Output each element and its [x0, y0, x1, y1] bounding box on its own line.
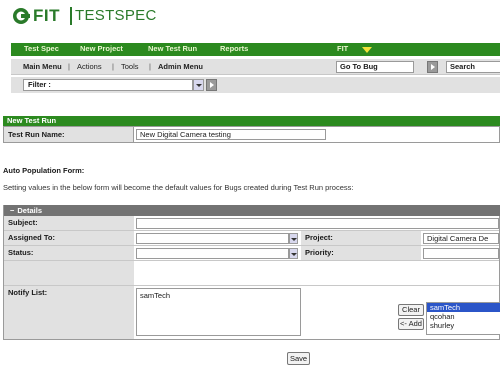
- logo-divider: [70, 7, 72, 25]
- logo: FIT TESTSPEC: [12, 5, 212, 29]
- filter-dropdown-icon[interactable]: [193, 79, 204, 91]
- test-run-name-row: Test Run Name: New Digital Camera testin…: [3, 126, 500, 143]
- auto-population-description: Setting values in the below form will be…: [3, 183, 354, 192]
- project-label: Project:: [301, 231, 421, 245]
- subject-label: Subject:: [4, 216, 134, 230]
- add-button[interactable]: <- Add: [398, 318, 424, 330]
- filter-select[interactable]: Filter :: [23, 79, 193, 91]
- nav-fit[interactable]: FIT: [337, 44, 348, 53]
- assigned-label: Assigned To:: [4, 231, 134, 245]
- subject-row: Subject:: [4, 216, 499, 231]
- menu-admin[interactable]: Admin Menu: [158, 62, 203, 71]
- go-to-bug-input[interactable]: Go To Bug: [336, 61, 414, 73]
- notify-row: Notify List: samTech Clear <- Add samTec…: [4, 286, 500, 339]
- user-option[interactable]: qcohan: [427, 312, 500, 321]
- spacer-label: [4, 261, 134, 285]
- status-label: Status:: [4, 246, 134, 260]
- clear-button[interactable]: Clear: [398, 304, 424, 316]
- notify-list-textarea[interactable]: samTech: [136, 288, 301, 336]
- menu-tools[interactable]: Tools: [121, 62, 139, 71]
- priority-input[interactable]: [423, 248, 499, 259]
- status-row: Status: Priority:: [4, 246, 499, 261]
- go-to-bug-button[interactable]: [427, 61, 438, 73]
- menu-separator: |: [149, 62, 151, 71]
- filter-bar: Filter :: [11, 77, 500, 93]
- collapse-icon[interactable]: −: [10, 206, 14, 215]
- user-list[interactable]: samTech qcohan shurley: [426, 302, 500, 335]
- menu-separator: |: [68, 62, 70, 71]
- test-run-name-input[interactable]: New Digital Camera testing: [136, 129, 326, 140]
- fit-dropdown-icon[interactable]: [362, 47, 372, 53]
- new-test-run-header: New Test Run: [3, 116, 500, 126]
- nav-new-test-run[interactable]: New Test Run: [148, 44, 197, 53]
- user-option[interactable]: samTech: [427, 303, 500, 312]
- status-select[interactable]: [136, 248, 289, 259]
- spacer-row: [4, 261, 499, 286]
- sub-nav: Main Menu | Actions | Tools | Admin Menu…: [11, 59, 500, 75]
- logo-testspec: TESTSPEC: [75, 7, 157, 24]
- notify-label: Notify List:: [4, 286, 134, 339]
- project-input[interactable]: Digital Camera De: [423, 233, 499, 244]
- save-button[interactable]: Save: [287, 352, 310, 365]
- menu-separator: |: [112, 62, 114, 71]
- auto-population-title: Auto Population Form:: [3, 166, 85, 175]
- user-option[interactable]: shurley: [427, 321, 500, 330]
- test-run-name-label: Test Run Name:: [4, 127, 134, 142]
- details-title: Details: [17, 206, 42, 215]
- assigned-row: Assigned To: Project: Digital Camera De: [4, 231, 499, 246]
- menu-main[interactable]: Main Menu: [23, 62, 62, 71]
- details-panel: − Details Subject: Assigned To: Project: …: [3, 205, 500, 340]
- filter-go-button[interactable]: [206, 79, 217, 91]
- subject-input[interactable]: [136, 218, 499, 229]
- priority-label: Priority:: [301, 246, 421, 260]
- nav-reports[interactable]: Reports: [220, 44, 248, 53]
- nav-new-project[interactable]: New Project: [80, 44, 123, 53]
- search-input[interactable]: Search: [446, 61, 500, 73]
- logo-fit: FIT: [33, 6, 60, 25]
- details-header[interactable]: − Details: [4, 205, 500, 216]
- top-nav: Test Spec New Project New Test Run Repor…: [11, 43, 500, 56]
- status-dropdown-icon[interactable]: [289, 248, 298, 259]
- nav-test-spec[interactable]: Test Spec: [24, 44, 59, 53]
- logo-icon: [13, 8, 30, 24]
- assigned-select[interactable]: [136, 233, 289, 244]
- menu-actions[interactable]: Actions: [77, 62, 102, 71]
- assigned-dropdown-icon[interactable]: [289, 233, 298, 244]
